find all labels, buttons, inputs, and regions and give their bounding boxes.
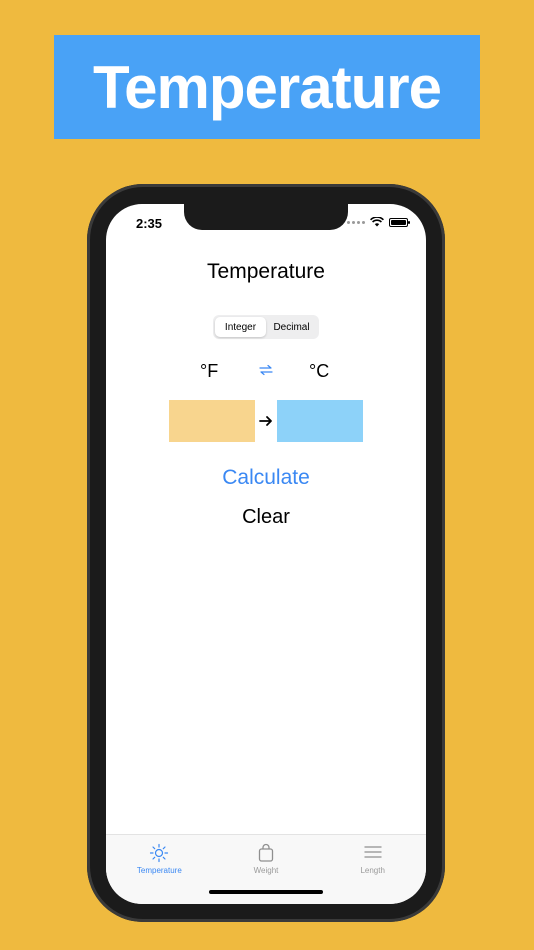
banner: Temperature <box>54 35 480 139</box>
wifi-icon <box>370 217 384 227</box>
swap-units-icon[interactable] <box>258 364 274 376</box>
battery-icon <box>389 217 410 227</box>
home-indicator[interactable] <box>209 890 323 894</box>
clear-button[interactable]: Clear <box>106 506 426 529</box>
notch <box>184 204 348 230</box>
tab-temperature[interactable]: Temperature <box>106 835 213 904</box>
tab-label-weight: Weight <box>253 866 279 875</box>
segment-decimal[interactable]: Decimal <box>266 317 317 337</box>
unit-to-label: °C <box>309 361 330 381</box>
lines-icon <box>364 846 382 858</box>
phone-screen: 2:35 Temperature Integer Decimal °F °C C… <box>106 204 426 904</box>
status-time: 2:35 <box>136 216 163 231</box>
calculate-button[interactable]: Calculate <box>106 466 426 490</box>
result-field <box>277 400 363 442</box>
tab-label-length: Length <box>360 866 385 875</box>
bag-icon <box>258 843 274 862</box>
segment-integer[interactable]: Integer <box>215 317 266 337</box>
input-field[interactable] <box>169 400 255 442</box>
screen-title: Temperature <box>207 260 325 283</box>
tab-label-temperature: Temperature <box>136 866 182 875</box>
number-format-segmented-control[interactable]: Integer Decimal <box>213 315 319 339</box>
unit-from-label: °F <box>200 361 219 381</box>
tab-length[interactable]: Length <box>319 835 426 904</box>
arrow-right-icon <box>259 416 272 426</box>
sun-icon <box>150 843 169 863</box>
status-icons <box>347 217 410 227</box>
banner-title: Temperature <box>92 53 442 121</box>
signal-icon <box>347 220 365 224</box>
